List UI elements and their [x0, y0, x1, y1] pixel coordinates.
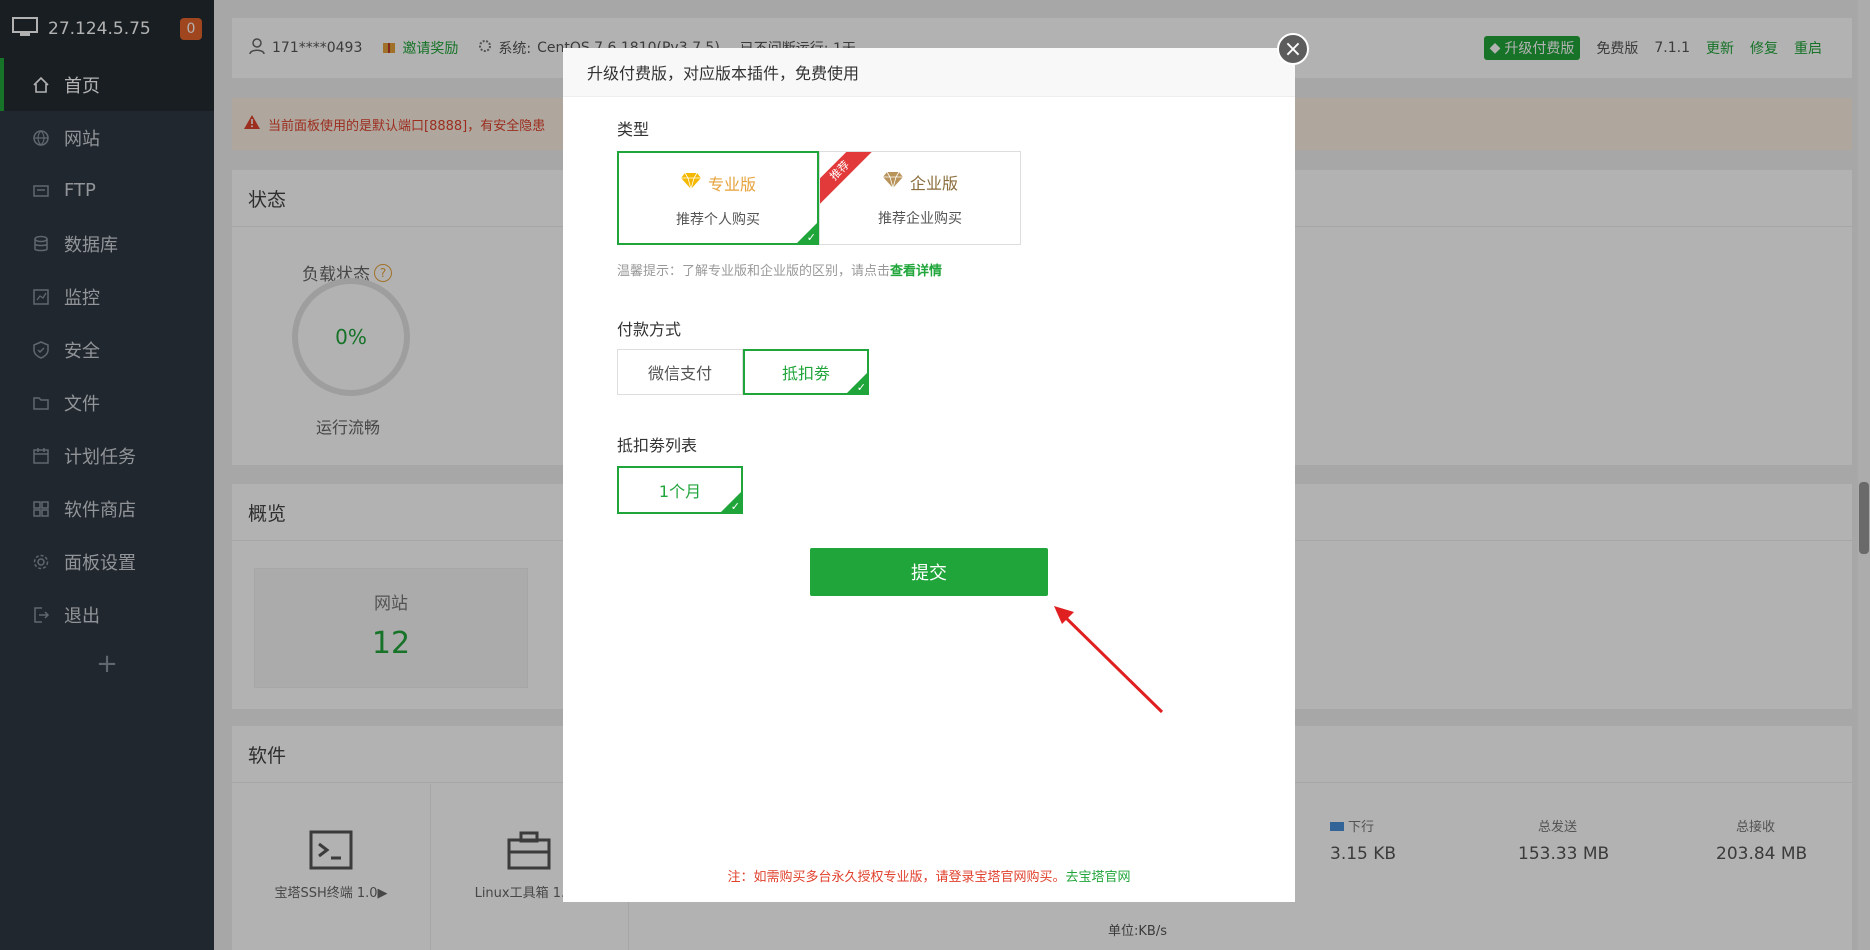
- check-icon: [721, 492, 741, 513]
- upgrade-modal: 升级付费版，对应版本插件，免费使用 类型 专业版 推荐个人购买 推荐 企业版 推…: [563, 48, 1295, 902]
- pay-option-wechat[interactable]: 微信支付: [617, 349, 743, 395]
- pay-option-coupon[interactable]: 抵扣劵: [743, 349, 869, 395]
- ribbon-label: 推荐: [820, 152, 874, 205]
- type-sub: 推荐企业购买: [878, 211, 962, 227]
- type-name-label: 企业版: [909, 174, 958, 193]
- type-label: 类型: [617, 120, 650, 139]
- diamond-icon: [680, 172, 702, 194]
- option-label: 微信支付: [647, 364, 712, 383]
- coupon-option[interactable]: 1个月: [617, 466, 743, 514]
- annotation-arrow-icon: [1054, 606, 1164, 714]
- check-icon: [797, 223, 817, 244]
- type-name: 专业版: [619, 171, 817, 195]
- modal-title: 升级付费版，对应版本插件，免费使用: [563, 48, 1295, 97]
- close-modal-button[interactable]: ×: [1277, 33, 1309, 65]
- coupon-list-label: 抵扣劵列表: [617, 436, 698, 455]
- diamond-icon: [882, 171, 904, 193]
- recommend-ribbon: 推荐: [820, 152, 876, 208]
- type-card-pro[interactable]: 专业版 推荐个人购买: [617, 151, 819, 245]
- pay-label: 付款方式: [617, 320, 682, 339]
- view-details-link[interactable]: 查看详情: [890, 264, 942, 279]
- type-card-enterprise[interactable]: 推荐 企业版 推荐企业购买: [819, 151, 1021, 245]
- purchase-note: 注：如需购买多台永久授权专业版，请登录宝塔官网购买。去宝塔官网: [563, 866, 1295, 885]
- option-label: 抵扣劵: [781, 364, 830, 383]
- note-text: 注：如需购买多台永久授权专业版，请登录宝塔官网购买。: [727, 870, 1066, 885]
- submit-button[interactable]: 提交: [810, 548, 1048, 596]
- tip-text: 温馨提示：了解专业版和企业版的区别，请点击查看详情: [617, 260, 942, 279]
- type-sub: 推荐个人购买: [676, 212, 760, 228]
- official-site-link[interactable]: 去宝塔官网: [1066, 870, 1131, 885]
- option-label: 1个月: [658, 482, 702, 501]
- check-icon: [847, 373, 867, 394]
- tip-prefix: 温馨提示：了解专业版和企业版的区别，请点击: [617, 264, 891, 279]
- type-name-label: 专业版: [707, 175, 756, 194]
